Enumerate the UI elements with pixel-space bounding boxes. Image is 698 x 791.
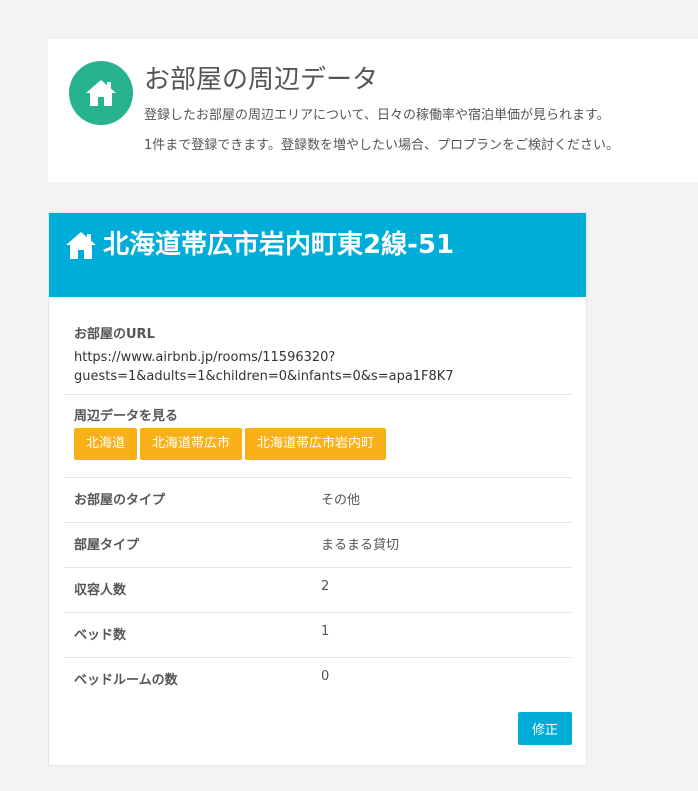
area-section: 周辺データを見る 北海道 北海道帯広市 北海道帯広市岩内町	[74, 405, 572, 460]
area-tag-iwanaicho[interactable]: 北海道帯広市岩内町	[245, 428, 387, 460]
detail-key: ベッド数	[74, 628, 127, 643]
room-url-section: お部屋のURL https://www.airbnb.jp/rooms/1159…	[74, 323, 572, 386]
detail-row-capacity: 収容人数 2	[74, 579, 572, 599]
page-description-line2: 1件まで登録できます。登録数を増やしたい場合、プロプランをご検討ください。	[144, 138, 619, 153]
detail-value: まるまる貸切	[321, 538, 400, 553]
home-icon	[69, 61, 133, 125]
home-icon	[66, 232, 96, 259]
detail-value: 1	[321, 624, 330, 639]
divider	[64, 522, 572, 523]
detail-key: お部屋のタイプ	[74, 493, 166, 508]
detail-key: 収容人数	[74, 583, 127, 598]
detail-row-beds: ベッド数 1	[74, 624, 572, 644]
room-card-header: 北海道帯広市岩内町東2線-51	[49, 213, 586, 297]
room-url-line1: https://www.airbnb.jp/rooms/11596320?	[74, 350, 336, 365]
room-url-label: お部屋のURL	[74, 327, 155, 342]
divider	[64, 657, 572, 658]
edit-button[interactable]: 修正	[518, 712, 572, 745]
divider	[64, 394, 572, 395]
detail-key: ベッドルームの数	[74, 673, 178, 688]
divider	[64, 477, 572, 478]
divider	[64, 612, 572, 613]
room-card: 北海道帯広市岩内町東2線-51 お部屋のURL https://www.airb…	[48, 212, 587, 766]
page-header-card: お部屋の周辺データ 登録したお部屋の周辺エリアについて、日々の稼働率や宿泊単価が…	[48, 39, 698, 182]
area-label: 周辺データを見る	[74, 409, 179, 424]
room-url[interactable]: https://www.airbnb.jp/rooms/11596320? gu…	[74, 348, 572, 386]
area-tag-list: 北海道 北海道帯広市 北海道帯広市岩内町	[74, 428, 572, 460]
detail-value: その他	[321, 493, 361, 508]
room-url-line2: guests=1&adults=1&children=0&infants=0&s…	[74, 369, 454, 384]
detail-row-bedrooms: ベッドルームの数 0	[74, 669, 572, 689]
page-description-line1: 登録したお部屋の周辺エリアについて、日々の稼働率や宿泊単価が見られます。	[144, 108, 610, 123]
area-tag-obihiro[interactable]: 北海道帯広市	[140, 428, 243, 460]
detail-value: 2	[321, 579, 330, 594]
divider	[64, 567, 572, 568]
detail-row-room-type: お部屋のタイプ その他	[74, 489, 572, 509]
detail-key: 部屋タイプ	[74, 538, 140, 553]
area-tag-hokkaido[interactable]: 北海道	[74, 428, 138, 460]
detail-row-listing-type: 部屋タイプ まるまる貸切	[74, 534, 572, 554]
detail-value: 0	[321, 669, 330, 684]
room-title: 北海道帯広市岩内町東2線-51	[103, 230, 455, 260]
page-title: お部屋の周辺データ	[144, 65, 379, 95]
